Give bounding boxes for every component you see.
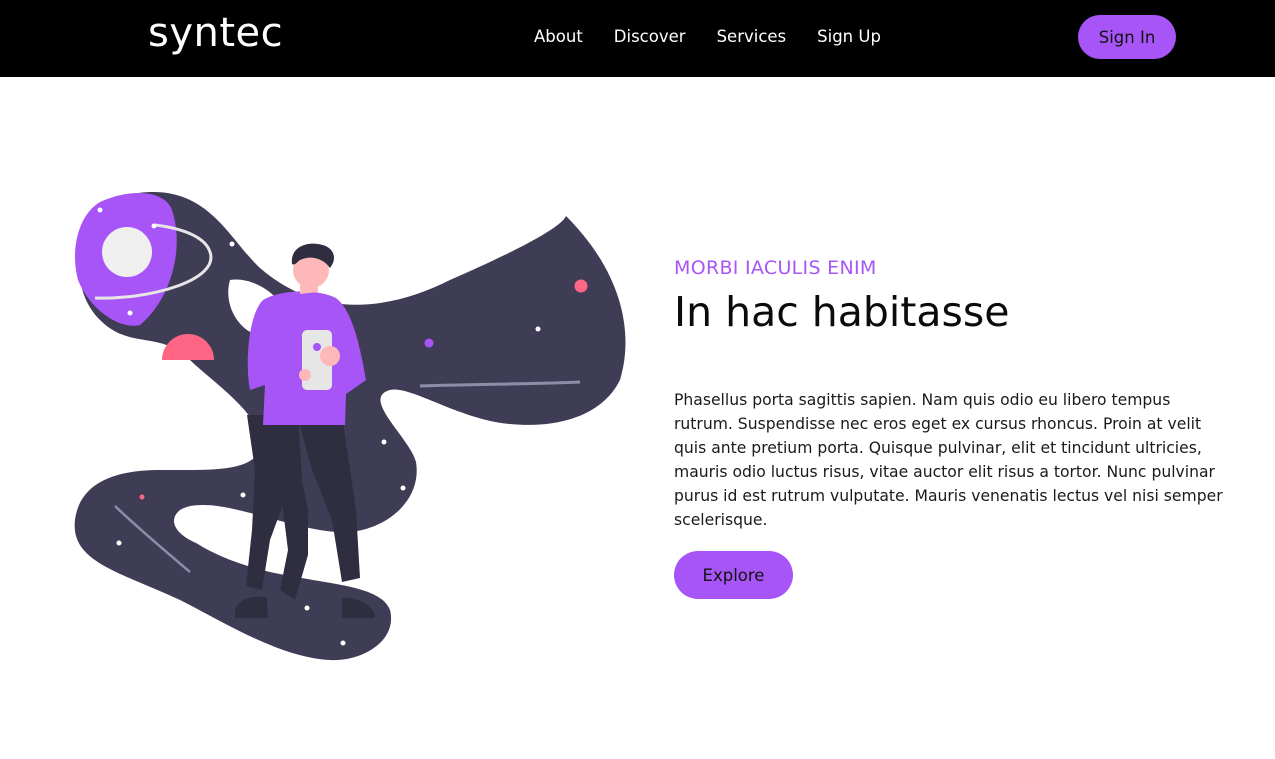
nav-link-services[interactable]: Services [717, 26, 787, 48]
star [304, 605, 310, 611]
explore-button[interactable]: Explore [674, 551, 793, 599]
star [116, 540, 122, 546]
brand-logo[interactable]: syntec [148, 10, 283, 56]
moon [102, 227, 152, 277]
hero-content: MORBI IACULIS ENIM In hac habitasse Phas… [674, 256, 1234, 532]
red-star [574, 279, 588, 293]
hero-headline: In hac habitasse [674, 288, 1010, 336]
nav-link-sign-up[interactable]: Sign Up [817, 26, 881, 48]
hero-body-text: Phasellus porta sagittis sapien. Nam qui… [674, 391, 1223, 529]
hero-illustration [60, 180, 640, 670]
star [340, 640, 346, 646]
star [229, 241, 235, 247]
person-with-phone-in-space-illustration [74, 191, 626, 661]
sign-in-button[interactable]: Sign In [1078, 15, 1176, 59]
star [240, 492, 246, 498]
nav-link-about[interactable]: About [534, 26, 583, 48]
main-nav: About Discover Services Sign Up [534, 26, 912, 48]
star [535, 326, 541, 332]
star [151, 223, 157, 229]
nav-link-discover[interactable]: Discover [614, 26, 686, 48]
star [400, 485, 406, 491]
star [97, 207, 103, 213]
red-star [139, 494, 145, 500]
top-navbar: syntec About Discover Services Sign Up S… [0, 0, 1275, 77]
star [127, 310, 133, 316]
purple-star [424, 338, 434, 348]
star [381, 439, 387, 445]
hero-eyebrow: MORBI IACULIS ENIM [674, 257, 877, 279]
